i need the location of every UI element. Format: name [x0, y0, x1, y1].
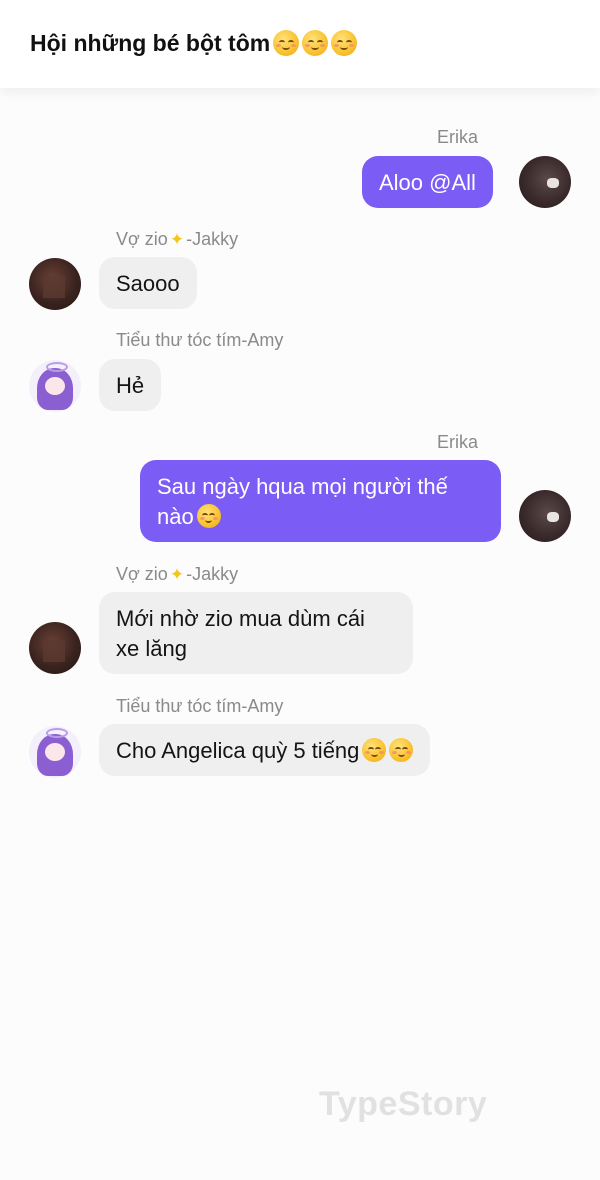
smiling-face-emoji-icon	[362, 738, 387, 762]
sparkles-icon: ✦	[169, 565, 185, 584]
avatar-amy[interactable]	[29, 726, 81, 778]
message-text: nào	[157, 504, 194, 529]
avatar-amy[interactable]	[29, 360, 81, 412]
sender-name-part: -Jakky	[186, 564, 239, 584]
smiling-face-emoji-icon	[273, 30, 300, 56]
message-text: Hẻ	[116, 373, 145, 398]
group-title-text: Hội những bé bột tôm	[30, 30, 271, 56]
smiling-face-emoji-icon	[389, 738, 414, 762]
sender-name-part: -Jakky	[186, 229, 239, 249]
avatar-erika[interactable]	[519, 156, 571, 208]
message-text-line: xe lăng	[116, 636, 187, 661]
sender-name-part: Vợ zio	[116, 564, 168, 584]
sender-name: Erika	[437, 432, 479, 452]
group-title: Hội những bé bột tôm	[30, 30, 358, 57]
sender-name: Vợ zio ✦ -Jakky	[116, 229, 238, 250]
chat-header: Hội những bé bột tôm	[0, 0, 600, 88]
message-bubble-outgoing[interactable]: Aloo @All	[362, 156, 493, 208]
sender-name: Erika	[437, 127, 479, 147]
smiling-face-emoji-icon	[302, 30, 329, 56]
message-bubble-incoming[interactable]: Mới nhờ zio mua dùm cái xe lăng	[99, 592, 413, 674]
smiling-face-emoji-icon	[331, 30, 358, 56]
avatar-erika[interactable]	[519, 490, 571, 542]
sender-name: Vợ zio ✦ -Jakky	[116, 564, 238, 585]
message-text: Aloo @All	[379, 170, 476, 195]
avatar-jakky[interactable]	[29, 258, 81, 310]
message-bubble-outgoing[interactable]: Sau ngày hqua mọi người thế nào	[140, 460, 501, 542]
watermark-logo: TypeStory	[319, 1085, 488, 1123]
message-text-line: Mới nhờ zio mua dùm cái	[116, 606, 365, 631]
message-text-line: Sau ngày hqua mọi người thế	[157, 474, 448, 499]
message-text: Cho Angelica quỳ 5 tiếng	[116, 738, 360, 763]
sparkles-icon: ✦	[169, 230, 185, 249]
message-bubble-incoming[interactable]: Saooo	[99, 257, 197, 309]
smiling-face-emoji-icon	[196, 504, 221, 528]
sender-name: Tiểu thư tóc tím-Amy	[116, 330, 284, 350]
sender-name-part: Vợ zio	[116, 229, 168, 249]
message-text-line: nào	[157, 502, 484, 532]
message-bubble-incoming[interactable]: Cho Angelica quỳ 5 tiếng	[99, 724, 431, 776]
message-bubble-incoming[interactable]: Hẻ	[99, 359, 162, 411]
message-text: Saooo	[116, 271, 180, 296]
avatar-jakky[interactable]	[29, 622, 81, 674]
sender-name: Tiểu thư tóc tím-Amy	[116, 696, 284, 716]
